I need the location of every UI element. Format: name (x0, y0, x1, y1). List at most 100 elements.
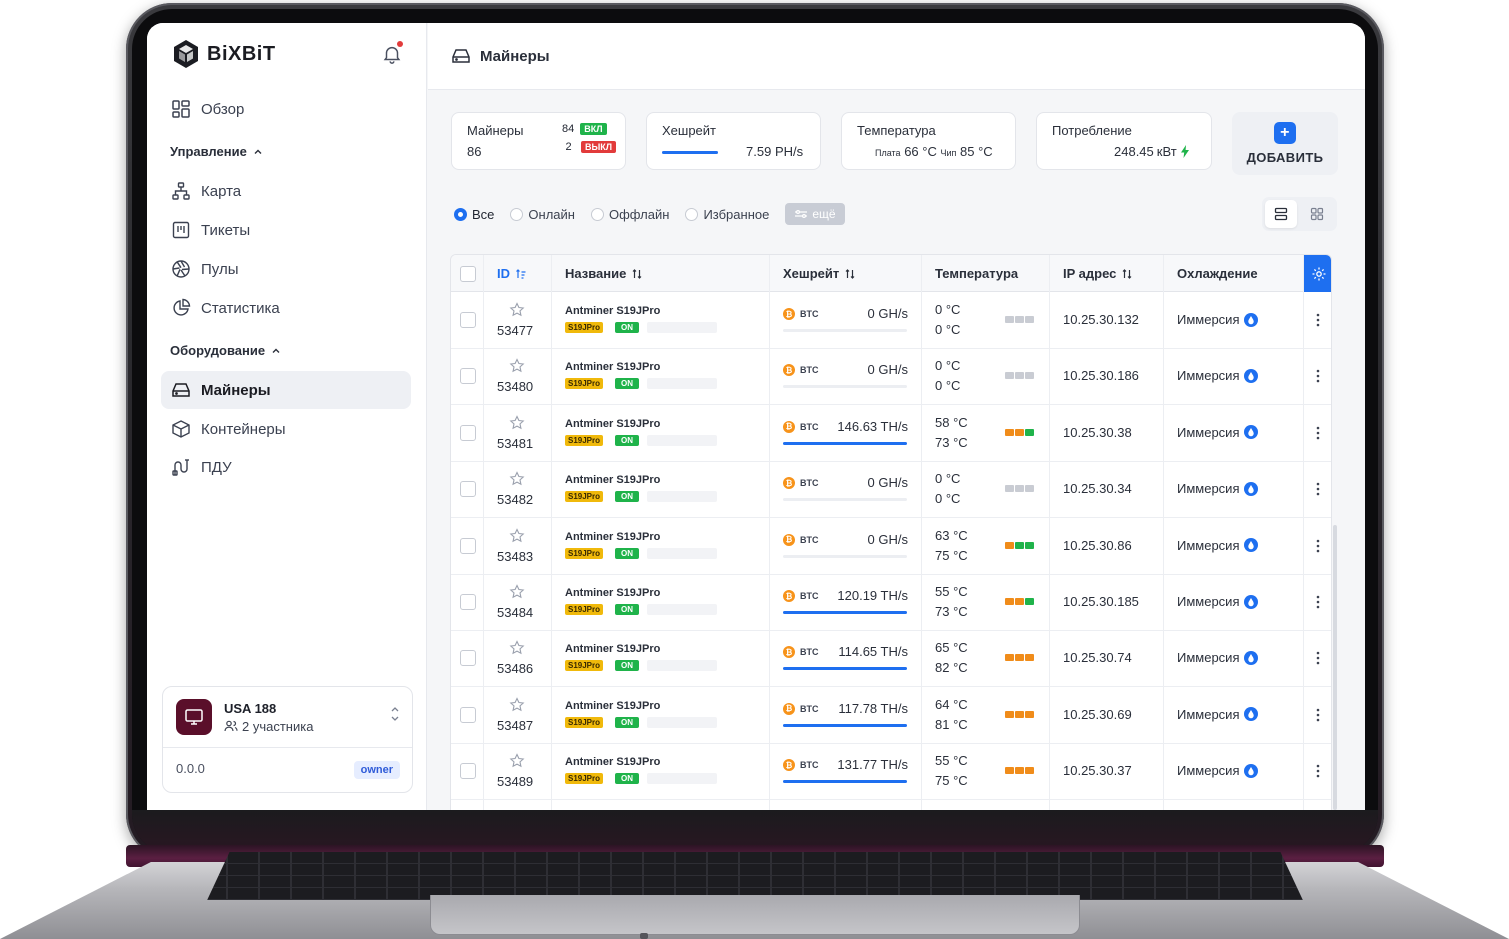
temp-indicators (1005, 767, 1034, 775)
sidebar-item-pools[interactable]: Пулы (161, 250, 411, 288)
table-row[interactable]: 53486 Antminer S19JPro S19JPro ON ₿ BTC … (451, 630, 1331, 688)
row-checkbox[interactable] (460, 706, 476, 723)
favorite-star-icon[interactable] (509, 471, 525, 487)
temp-indicator (1025, 372, 1034, 380)
column-id[interactable]: ID (497, 255, 527, 292)
sidebar-item-miners[interactable]: Майнеры (161, 371, 411, 409)
model-tag: S19JPro (565, 716, 604, 728)
water-drop-icon (1244, 707, 1259, 722)
table-row[interactable]: 53477 Antminer S19JPro S19JPro ON ₿ BTC … (451, 292, 1331, 349)
row-checkbox[interactable] (460, 594, 476, 610)
miner-name[interactable]: Antminer S19JPro (565, 531, 660, 543)
miner-name[interactable]: Antminer S19JPro (565, 361, 660, 373)
table-row[interactable]: 53487 Antminer S19JPro S19JPro ON ₿ BTC … (451, 687, 1331, 744)
row-menu-icon[interactable] (1316, 651, 1320, 665)
row-menu-icon[interactable] (1316, 539, 1320, 553)
filter-all[interactable]: Все (454, 207, 494, 222)
temp-chip: 81 °C (935, 716, 968, 732)
sidebar-item-overview[interactable]: Обзор (161, 90, 411, 128)
table-row[interactable]: 53484 Antminer S19JPro S19JPro ON ₿ BTC … (451, 574, 1331, 631)
stat-card-miners: Майнеры 86 84 ВКЛ 2 ВЫКЛ (451, 112, 626, 170)
sort-icon (845, 268, 855, 279)
table-row[interactable]: 53482 Antminer S19JPro S19JPro ON ₿ BTC … (451, 461, 1331, 519)
row-menu-icon[interactable] (1316, 313, 1320, 327)
column-name[interactable]: Название (565, 255, 643, 292)
off-badge: ВЫКЛ (581, 141, 617, 153)
filter-online[interactable]: Онлайн (510, 207, 575, 222)
column-ip[interactable]: IP адрес (1063, 255, 1133, 292)
row-checkbox[interactable] (460, 650, 476, 667)
row-checkbox[interactable] (460, 368, 476, 385)
table-row[interactable]: 53483 Antminer S19JPro S19JPro ON ₿ BTC … (451, 518, 1331, 575)
row-checkbox[interactable] (460, 424, 476, 441)
column-hashrate[interactable]: Хешрейт (783, 255, 856, 292)
row-checkbox[interactable] (460, 312, 476, 328)
column-cooling[interactable]: Охлаждение (1177, 255, 1258, 292)
favorite-star-icon[interactable] (509, 697, 525, 713)
sidebar-section-equipment[interactable]: Оборудование (170, 343, 281, 358)
miner-icon (452, 49, 470, 63)
add-button-label: ДОБАВИТЬ (1246, 150, 1324, 165)
add-miner-button[interactable]: + ДОБАВИТЬ (1232, 112, 1338, 175)
model-tag: S19JPro (565, 491, 604, 503)
table-row[interactable]: 53481 Antminer S19JPro S19JPro ON ₿ BTC … (451, 405, 1331, 462)
favorite-star-icon[interactable] (509, 415, 525, 431)
team-switcher[interactable]: USA 188 2 участника 0.0.0 owner (162, 686, 413, 793)
temp-indicators (1005, 710, 1034, 718)
logo[interactable]: BiXBiT (171, 39, 276, 69)
sidebar-item-statistics[interactable]: Статистика (161, 289, 411, 327)
row-menu-icon[interactable] (1316, 482, 1320, 496)
model-tag: S19JPro (565, 773, 604, 785)
table-row[interactable]: 53480 Antminer S19JPro S19JPro ON ₿ BTC … (451, 348, 1331, 406)
grid-view-icon (1310, 207, 1324, 221)
favorite-star-icon[interactable] (509, 302, 525, 318)
miner-name[interactable]: Antminer S19JPro (565, 587, 660, 599)
sidebar-section-management[interactable]: Управление (170, 144, 263, 159)
list-view-button[interactable] (1265, 200, 1297, 228)
select-all-checkbox[interactable] (460, 266, 476, 282)
sidebar-item-tickets[interactable]: Тикеты (161, 211, 411, 249)
favorite-star-icon[interactable] (509, 753, 525, 769)
row-menu-icon[interactable] (1316, 595, 1320, 609)
table-settings-button[interactable] (1304, 255, 1331, 292)
column-temperature[interactable]: Температура (935, 255, 1018, 292)
row-menu-icon[interactable] (1316, 764, 1320, 778)
filter-favorites[interactable]: Избранное (685, 207, 769, 222)
hashrate-value: 146.63 TH/s (798, 419, 908, 434)
filter-offline[interactable]: Оффлайн (590, 207, 669, 222)
statistics-icon (173, 298, 191, 316)
row-checkbox[interactable] (460, 537, 476, 554)
table-scrollbar[interactable] (1333, 525, 1337, 810)
miner-id: 53481 (497, 435, 534, 451)
masked-value (647, 378, 717, 390)
favorite-star-icon[interactable] (509, 584, 525, 600)
row-menu-icon[interactable] (1316, 369, 1320, 383)
stat-title: Хешрейт (662, 123, 717, 138)
model-tag: S19JPro (565, 604, 604, 615)
sidebar-item-pdu[interactable]: ПДУ (161, 448, 411, 486)
sort-icon (1122, 268, 1132, 279)
table-row[interactable]: 53489 Antminer S19JPro S19JPro ON ₿ BTC … (451, 743, 1331, 801)
team-expand-toggle[interactable] (390, 705, 400, 723)
row-checkbox[interactable] (460, 763, 476, 780)
favorite-star-icon[interactable] (509, 527, 525, 544)
row-menu-icon[interactable] (1316, 426, 1320, 440)
miner-name[interactable]: Antminer S19JPro (565, 418, 660, 430)
miners-table: ID Название Хешрейт Температура IP адрес… (450, 254, 1332, 810)
miner-name[interactable]: Antminer S19JPro (565, 643, 660, 655)
miner-name[interactable]: Antminer S19JPro (565, 305, 660, 317)
miner-name[interactable]: Antminer S19JPro (565, 474, 660, 486)
sidebar-item-containers[interactable]: Контейнеры (161, 410, 411, 448)
grid-view-button[interactable] (1301, 200, 1333, 228)
cooling-label: Иммерсия (1177, 537, 1240, 553)
favorite-star-icon[interactable] (509, 358, 525, 374)
miner-name[interactable]: Antminer S19JPro (565, 700, 660, 712)
sidebar-item-map[interactable]: Карта (161, 172, 411, 210)
hashrate-number: 7.59 (746, 144, 772, 159)
favorite-star-icon[interactable] (509, 640, 525, 656)
miner-name[interactable]: Antminer S19JPro (565, 756, 660, 768)
row-menu-icon[interactable] (1316, 708, 1320, 722)
temp-indicator (1025, 710, 1034, 718)
more-filters-button[interactable]: ещё (785, 203, 845, 225)
row-checkbox[interactable] (460, 481, 476, 498)
